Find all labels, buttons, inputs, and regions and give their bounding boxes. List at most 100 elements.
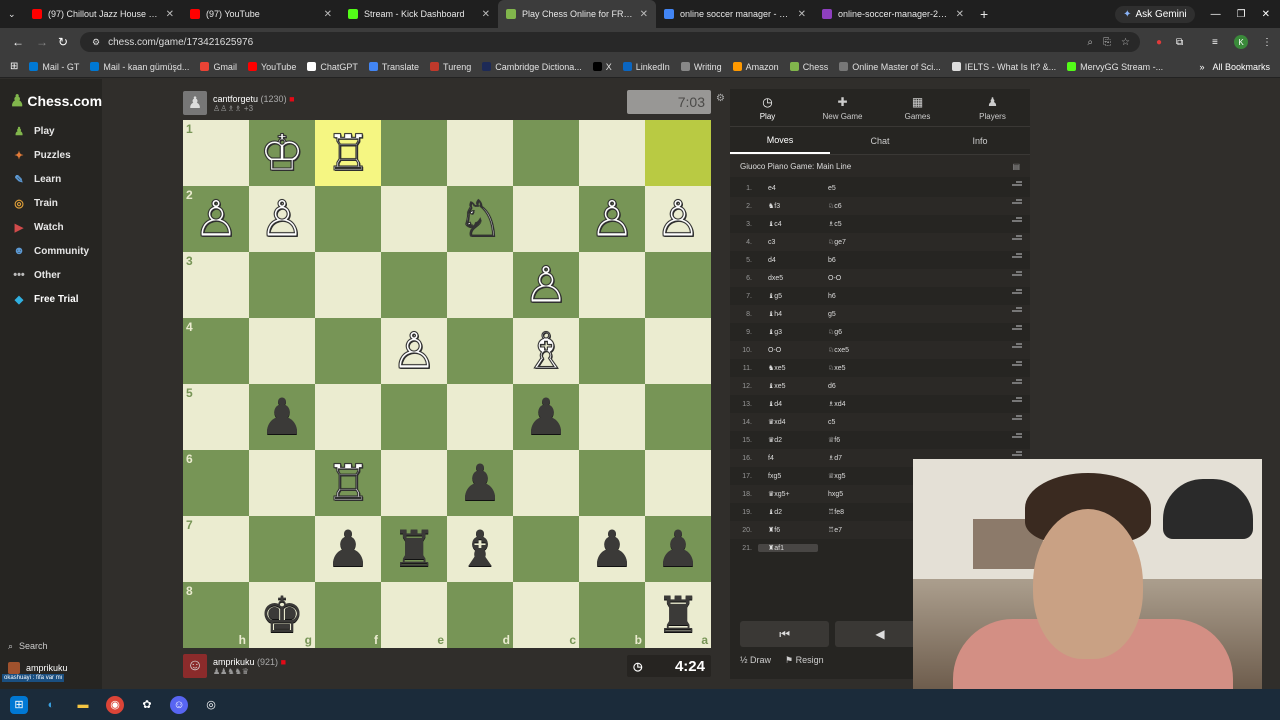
board-square[interactable] — [579, 120, 645, 186]
board-square[interactable] — [579, 384, 645, 450]
black-pawn-icon[interactable]: ♟ — [590, 524, 635, 574]
white-move[interactable]: ♜f6 — [758, 526, 818, 534]
close-tab-icon[interactable]: ✕ — [640, 9, 648, 20]
board-square[interactable] — [447, 252, 513, 318]
white-move[interactable]: c3 — [758, 239, 818, 246]
board-square[interactable]: ♙ — [249, 186, 315, 252]
board-square[interactable]: ♙ — [381, 318, 447, 384]
top-player-name[interactable]: cantforgetu — [213, 94, 258, 104]
white-move[interactable]: ♝g3 — [758, 328, 818, 336]
panel-tab-games[interactable]: ▦ Games — [880, 89, 955, 126]
media-icon[interactable]: ≡ — [1212, 37, 1218, 48]
new-tab-button[interactable]: + — [972, 0, 996, 28]
white-bishop-icon[interactable]: ♗ — [523, 326, 569, 377]
white-move[interactable]: ♝g5 — [758, 292, 818, 300]
white-move[interactable]: f4 — [758, 455, 818, 462]
board-square[interactable] — [447, 384, 513, 450]
black-pawn-icon[interactable]: ♟ — [656, 524, 701, 574]
bottom-player-name[interactable]: amprikuku — [213, 657, 255, 667]
bookmark-item[interactable]: IELTS - What Is It? &... — [951, 62, 1056, 72]
board-square[interactable]: ♟ — [579, 516, 645, 582]
board-square[interactable] — [249, 252, 315, 318]
browser-tab[interactable]: online soccer manager - Googl ✕ — [656, 0, 814, 28]
black-rook-icon[interactable]: ♜ — [656, 590, 701, 640]
sidebar-item-free-trial[interactable]: ◆ Free Trial — [0, 287, 102, 311]
panel-tab-new-game[interactable]: ✚ New Game — [805, 89, 880, 126]
discord-icon[interactable]: ☺ — [170, 695, 188, 714]
bookmark-item[interactable]: Cambridge Dictiona... — [482, 62, 582, 72]
board-square[interactable]: c — [513, 582, 579, 648]
white-move[interactable]: ♝d4 — [758, 400, 818, 408]
site-info-icon[interactable]: ⚙ — [92, 37, 100, 48]
chatgpt-icon[interactable]: ✿ — [138, 696, 156, 714]
bookmark-item[interactable]: X — [592, 62, 612, 72]
board-square[interactable]: 5 — [183, 384, 249, 450]
bookmark-star-icon[interactable]: ☆ — [1121, 37, 1130, 48]
white-pawn-icon[interactable]: ♙ — [391, 326, 437, 377]
close-tab-icon[interactable]: ✕ — [324, 9, 332, 20]
board-square[interactable]: ♟ — [447, 450, 513, 516]
black-pawn-icon[interactable]: ♟ — [260, 392, 305, 442]
board-square[interactable] — [315, 318, 381, 384]
profile-avatar[interactable]: K — [1234, 35, 1248, 49]
board-square[interactable] — [315, 186, 381, 252]
board-square[interactable]: 7 — [183, 516, 249, 582]
white-pawn-icon[interactable]: ♙ — [589, 194, 635, 245]
board-square[interactable] — [381, 252, 447, 318]
restore-icon[interactable]: ❐ — [1237, 9, 1246, 20]
black-move[interactable]: ♘xe5 — [818, 364, 938, 372]
bookmark-item[interactable]: Chess — [789, 62, 828, 72]
bookmark-item[interactable]: Tureng — [430, 62, 471, 72]
more-bookmarks-icon[interactable]: » — [1199, 62, 1204, 72]
white-move[interactable]: ♝d2 — [758, 508, 818, 516]
top-player-avatar[interactable]: ♟ — [183, 91, 207, 115]
board-square[interactable]: ♗ — [513, 318, 579, 384]
bookmark-item[interactable]: ChatGPT — [307, 62, 358, 72]
board-square[interactable]: 1 — [183, 120, 249, 186]
black-move[interactable]: ♗xd4 — [818, 400, 938, 408]
sidebar-item-other[interactable]: ••• Other — [0, 263, 102, 287]
white-move[interactable]: ♜af1 — [758, 544, 818, 552]
chess-logo[interactable]: ♟ Chess.com — [10, 91, 102, 111]
chrome-icon[interactable]: ◉ — [106, 695, 124, 714]
white-move[interactable]: fxg5 — [758, 473, 818, 480]
subtab-chat[interactable]: Chat — [830, 127, 930, 154]
bookmark-item[interactable]: Translate — [368, 62, 419, 72]
close-tab-icon[interactable]: ✕ — [482, 9, 490, 20]
board-square[interactable]: ♟ — [315, 516, 381, 582]
white-rook-icon[interactable]: ♖ — [325, 458, 371, 509]
browser-tab[interactable]: Stream - Kick Dashboard ✕ — [340, 0, 498, 28]
tab-search-button[interactable]: ⌄ — [0, 0, 24, 28]
board-square[interactable] — [381, 186, 447, 252]
white-move[interactable]: d4 — [758, 257, 818, 264]
black-king-icon[interactable]: ♚ — [260, 590, 305, 640]
white-move[interactable]: ♛xd4 — [758, 418, 818, 426]
previous-move-button[interactable]: ◀ — [835, 621, 925, 647]
bookmark-item[interactable]: MervyGG Stream -... — [1067, 62, 1163, 72]
white-pawn-icon[interactable]: ♙ — [655, 194, 701, 245]
sidebar-item-train[interactable]: ◎ Train — [0, 191, 102, 215]
board-square[interactable]: f — [315, 582, 381, 648]
white-pawn-icon[interactable]: ♙ — [193, 194, 239, 245]
browser-tab[interactable]: Play Chess Online for FREE - 2 F ✕ — [498, 0, 656, 28]
black-move[interactable]: ♘cxe5 — [818, 346, 938, 354]
panel-tab-play[interactable]: ◷ Play — [730, 89, 805, 126]
book-icon[interactable]: ▤ — [1012, 162, 1020, 171]
bookmark-item[interactable]: Online Master of Sci... — [839, 62, 941, 72]
board-square[interactable]: ♖ — [315, 120, 381, 186]
first-move-button[interactable]: ⏮ — [740, 621, 830, 647]
board-square[interactable] — [513, 450, 579, 516]
board-square[interactable]: ♟ — [249, 384, 315, 450]
close-tab-icon[interactable]: ✕ — [956, 9, 964, 20]
board-square[interactable]: ♙ — [513, 252, 579, 318]
board-square[interactable] — [315, 252, 381, 318]
board-square[interactable]: 8h — [183, 582, 249, 648]
browser-tab[interactable]: (97) Chillout Jazz House Music ✕ — [24, 0, 182, 28]
white-move[interactable]: O-O — [758, 347, 818, 354]
browser-tab[interactable]: online-soccer-manager-20050 ✕ — [814, 0, 972, 28]
black-pawn-icon[interactable]: ♟ — [326, 524, 371, 574]
close-tab-icon[interactable]: ✕ — [166, 9, 174, 20]
board-square[interactable] — [645, 450, 711, 516]
white-pawn-icon[interactable]: ♙ — [523, 260, 569, 311]
windows-start-icon[interactable]: ⊞ — [10, 695, 28, 714]
